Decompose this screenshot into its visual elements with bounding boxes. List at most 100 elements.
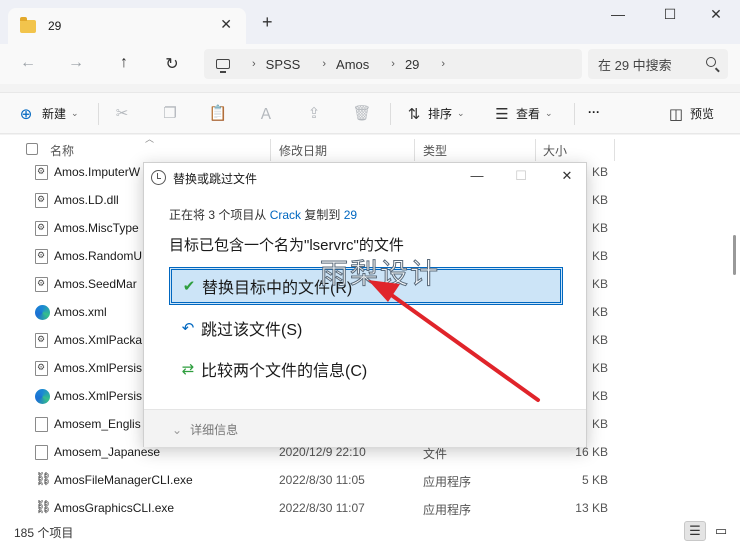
back-button[interactable]: ←: [18, 54, 38, 72]
file-date: 2022/8/30 11:07: [279, 501, 365, 515]
file-name: AmosGraphicsCLI.exe: [54, 501, 175, 515]
view-label: 查看: [516, 107, 541, 121]
toolbar-divider: [574, 103, 575, 125]
status-bar: 185 个项目 ☰ ▭: [0, 517, 740, 545]
new-label: 新建: [42, 107, 67, 121]
clock-icon: [151, 170, 166, 185]
chevron-down-icon: ⌄: [172, 423, 183, 437]
file-name: Amosem_Japanese: [54, 445, 161, 459]
file-type: 应用程序: [423, 503, 472, 517]
delete-icon[interactable]: 🗑: [352, 105, 371, 122]
column-name[interactable]: 名称: [50, 142, 74, 159]
new-button[interactable]: ⊕ 新建 ⌄: [18, 105, 79, 123]
dialog-title: 替换或跳过文件: [173, 172, 258, 186]
command-bar: ⊕ 新建 ⌄ ✂ ❐ 📋 Ａ ⇪ 🗑 ⇅ 排序 ⌄ ☰ 查看 ⌄ ··· ◫ 预…: [0, 92, 740, 134]
file-name: Amos.XmlPersis: [54, 389, 143, 403]
column-divider[interactable]: [414, 139, 415, 161]
replace-or-skip-dialog: 替换或跳过文件 — ☐ ✕ 正在将 3 个项目从 Crack 复制到 29 目标…: [143, 162, 587, 447]
dialog-minimize-button[interactable]: —: [467, 168, 487, 183]
file-icon: [35, 445, 48, 460]
watermark-text: 雨梨设计: [319, 257, 441, 291]
file-size: 5 KB: [581, 473, 608, 487]
column-divider[interactable]: [535, 139, 536, 161]
source-folder-link[interactable]: Crack: [270, 208, 301, 222]
title-bar: 29 ✕ + — ☐ ✕: [0, 0, 740, 44]
chevron-down-icon: ⌄: [457, 108, 465, 118]
file-date: 2022/8/30 11:05: [279, 473, 365, 487]
skip-option-button[interactable]: ↶ 跳过该文件(S): [169, 309, 563, 347]
forward-button[interactable]: →: [66, 54, 86, 72]
toolbar-divider: [390, 103, 391, 125]
folder-icon: [20, 16, 36, 33]
breadcrumb-29[interactable]: 29: [405, 57, 419, 72]
rename-icon[interactable]: Ａ: [258, 105, 274, 123]
share-icon[interactable]: ⇪: [306, 105, 322, 122]
new-tab-button[interactable]: +: [262, 12, 273, 33]
breadcrumb-separator: ›: [252, 58, 256, 70]
address-bar[interactable]: › SPSS › Amos › 29 ›: [204, 49, 582, 79]
up-button[interactable]: ↑: [114, 54, 134, 72]
dialog-footer: ⌄ 详细信息: [144, 409, 586, 447]
compare-files-icon: ⇄: [181, 361, 195, 378]
dialog-title-bar: 替换或跳过文件 — ☐ ✕: [144, 163, 586, 193]
dll-file-icon: [35, 193, 48, 208]
sort-button[interactable]: ⇅ 排序 ⌄: [406, 105, 465, 123]
dialog-maximize-button: ☐: [515, 168, 527, 183]
file-name: Amos.XmlPersis: [54, 361, 143, 375]
maximize-button[interactable]: ☐: [652, 6, 688, 26]
refresh-button[interactable]: ↻: [162, 54, 182, 74]
column-date[interactable]: 修改日期: [279, 142, 327, 159]
copy-mid: 复制到: [301, 208, 344, 222]
preview-label: 预览: [690, 107, 715, 121]
item-count: 185 个项目: [14, 526, 74, 540]
column-divider[interactable]: [270, 139, 271, 161]
more-options-button[interactable]: ···: [588, 105, 600, 119]
file-name: Amos.XmlPacka: [54, 333, 143, 347]
destination-folder-link[interactable]: 29: [344, 208, 357, 222]
details-label: 详细信息: [190, 423, 239, 437]
file-name: Amos.xml: [54, 305, 107, 319]
dll-file-icon: [35, 221, 48, 236]
edge-xml-file-icon: [35, 305, 50, 320]
dll-file-icon: [35, 277, 48, 292]
computer-icon: [216, 59, 230, 73]
column-type[interactable]: 类型: [423, 142, 447, 159]
search-input[interactable]: 在 29 中搜索: [588, 49, 728, 79]
dll-file-icon: [35, 165, 48, 180]
file-name: Amos.LD.dll: [54, 193, 119, 207]
breadcrumb-separator: ›: [441, 58, 446, 70]
select-all-checkbox[interactable]: [26, 143, 38, 155]
details-view-button[interactable]: ☰: [684, 521, 706, 541]
breadcrumb-spss[interactable]: SPSS: [266, 57, 301, 72]
application-icon: [35, 499, 52, 516]
compare-option-button[interactable]: ⇄ 比较两个文件的信息(C): [169, 350, 563, 388]
column-divider[interactable]: [614, 139, 615, 161]
paste-icon[interactable]: 📋: [209, 105, 228, 122]
preview-button[interactable]: ◫ 预览: [668, 105, 715, 123]
file-type: 文件: [423, 447, 448, 461]
search-placeholder: 在 29 中搜索: [598, 57, 672, 73]
file-name: Amos.RandomU: [54, 249, 143, 263]
tab-29[interactable]: 29 ✕: [8, 8, 246, 44]
preview-pane-icon: ◫: [668, 105, 684, 123]
navigation-bar: ← → ↑ ↻ › SPSS › Amos › 29 › 在 29 中搜索: [0, 44, 740, 84]
view-button[interactable]: ☰ 查看 ⌄: [494, 105, 552, 123]
more-details-toggle[interactable]: ⌄ 详细信息: [172, 421, 238, 438]
chevron-down-icon: ⌄: [71, 108, 79, 118]
copy-icon[interactable]: ❐: [162, 105, 178, 122]
search-icon: [706, 57, 716, 67]
minimize-button[interactable]: —: [600, 6, 636, 26]
view-icon: ☰: [495, 105, 509, 123]
cut-icon[interactable]: ✂: [114, 105, 130, 122]
dialog-close-button[interactable]: ✕: [557, 168, 577, 184]
table-row[interactable]: AmosFileManagerCLI.exe 2022/8/30 11:05 应用程…: [0, 467, 740, 495]
tab-title: 29: [48, 19, 62, 33]
close-window-button[interactable]: ✕: [698, 6, 734, 26]
breadcrumb-amos[interactable]: Amos: [336, 57, 369, 72]
vertical-scrollbar[interactable]: [733, 235, 736, 275]
file-size: 16 KB: [575, 445, 608, 459]
column-size[interactable]: 大小: [543, 142, 567, 159]
file-date: 2020/12/9 22:10: [279, 445, 366, 459]
tab-close-icon[interactable]: ✕: [220, 16, 232, 33]
tiles-view-button[interactable]: ▭: [710, 521, 732, 541]
